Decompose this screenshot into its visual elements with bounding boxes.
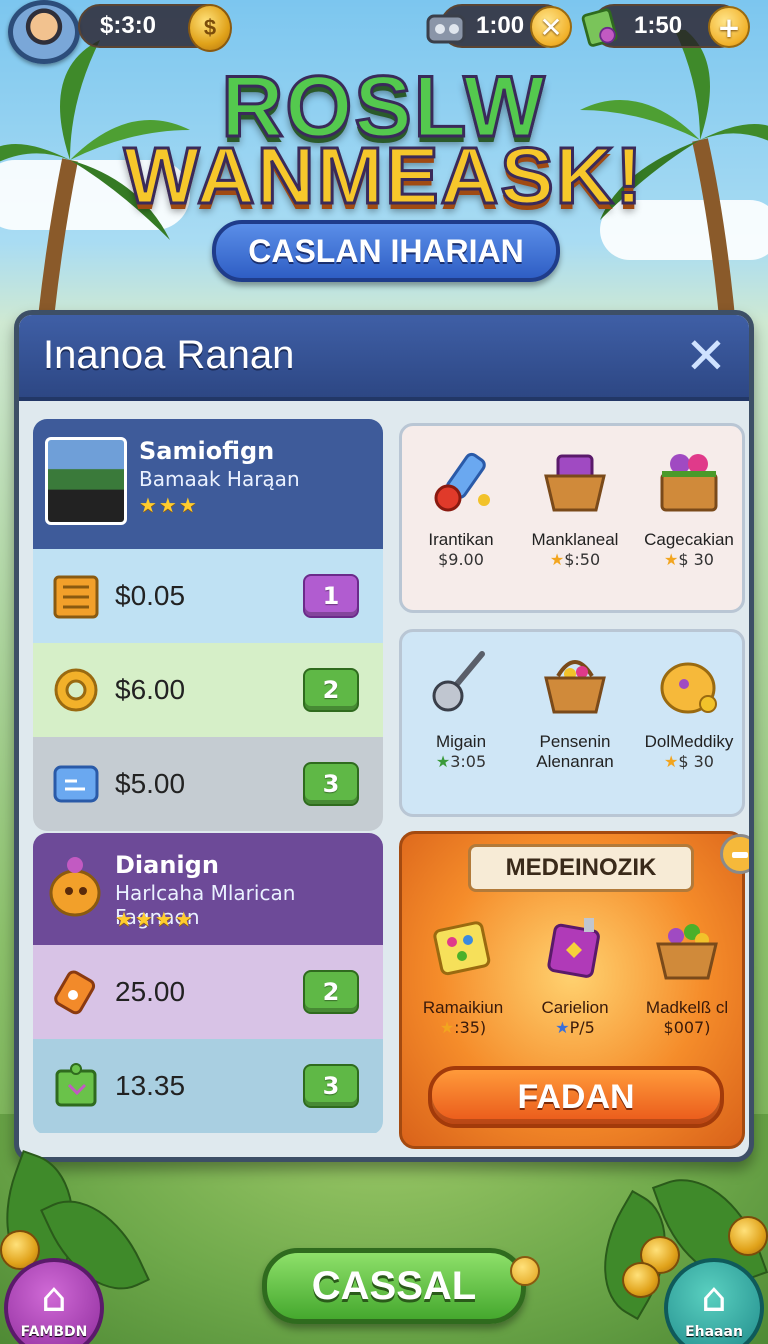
- shop-box-1: Irantikan $9.00 Manklaneal ★$:50 Cagecak…: [399, 423, 745, 613]
- featured-item-price: $007): [663, 1018, 711, 1037]
- shop-item-price: ★3:05: [435, 752, 487, 771]
- buy-button[interactable]: FADAN: [428, 1066, 724, 1128]
- offer-quantity-badge[interactable]: 3: [303, 1064, 359, 1108]
- shop-item-price: ★$ 30: [664, 752, 714, 771]
- offer-card-1: Samiofign Bamaak Harąan ★★★ $0.05 1 $6.0…: [33, 419, 383, 831]
- shop-item-price: $9.00: [438, 550, 484, 569]
- shop-item-price: ★$ 30: [664, 550, 714, 569]
- offer-quantity-badge[interactable]: 2: [303, 668, 359, 712]
- add-currency-button[interactable]: +: [708, 6, 750, 48]
- coin-icon: [510, 1256, 540, 1286]
- fruit-basket-icon: [656, 924, 718, 980]
- ticket-icon: [54, 970, 96, 1015]
- shop-item[interactable]: Pensenin Alenanran: [520, 648, 630, 772]
- featured-ribbon: MEDEINOZIK: [468, 844, 694, 892]
- offer-card-1-stars: ★★★: [139, 493, 199, 517]
- offer-row[interactable]: 25.00 2: [33, 945, 383, 1039]
- shop-panel: Inanoa Ranan ✕ Samiofign Bamaak Harąan ★…: [14, 310, 754, 1162]
- offer-card-1-subtitle: Bamaak Harąan: [139, 467, 300, 491]
- featured-item[interactable]: Madkelß cl $007): [632, 914, 742, 1038]
- shop-button-label: Ehaaan: [685, 1324, 743, 1340]
- offer-card-1-header: Samiofign Bamaak Harąan ★★★: [33, 419, 383, 549]
- puzzle-cube-icon: [433, 921, 491, 976]
- wrench-icon: [432, 651, 485, 712]
- robot-gadget-icon: [426, 14, 466, 44]
- shop-item-label: Cagecakian: [644, 530, 734, 549]
- picnic-basket-icon: [544, 660, 606, 714]
- timer-2-value: 1:50: [634, 12, 683, 39]
- card-icon: [53, 765, 99, 803]
- offer-card-2: Dianign Harlcaha Mlarican Fagnaen ★★★★ 2…: [33, 833, 383, 1135]
- shop-item[interactable]: DolMeddiky ★$ 30: [634, 648, 744, 772]
- featured-item-label: Carielion: [541, 998, 609, 1017]
- featured-item[interactable]: Ramaikiun ★:35): [408, 914, 518, 1038]
- offer-row[interactable]: 13.35 3: [33, 1039, 383, 1133]
- offer-amount: $6.00: [115, 674, 186, 705]
- potion-box-icon: [547, 918, 600, 978]
- offer-row[interactable]: $6.00 2: [33, 643, 383, 737]
- offer-card-2-name: Dianign: [115, 851, 219, 879]
- blob-creature-icon: [660, 662, 717, 714]
- close-icon[interactable]: ✕: [681, 331, 731, 383]
- shop-item[interactable]: Manklaneal ★$:50: [520, 446, 630, 570]
- cube-icon: [55, 1063, 97, 1107]
- basket-icon: [544, 454, 606, 512]
- flashlight-icon: [434, 452, 490, 512]
- gift-box-icon: [660, 454, 718, 512]
- shop-item-label: Pensenin Alenanran: [536, 732, 614, 771]
- timer-1-value: 1:00: [476, 12, 525, 39]
- timer-1-close-button[interactable]: ✕: [530, 6, 572, 48]
- coin-icon[interactable]: $: [188, 4, 232, 52]
- shop-box-2: Migain ★3:05 Pensenin Alenanran DolMeddi…: [399, 629, 745, 817]
- home-button-label: FAMBDN: [20, 1324, 88, 1340]
- offer-row[interactable]: $0.05 1: [33, 549, 383, 643]
- featured-item[interactable]: Carielion ★P/5: [520, 914, 630, 1038]
- offer-card-1-name: Samiofign: [139, 437, 275, 465]
- featured-offer: MEDEINOZIK Ramaikiun ★:35) Carielion ★P/…: [399, 831, 749, 1149]
- shop-item-label: Migain: [435, 732, 487, 751]
- player-avatar[interactable]: [8, 0, 80, 64]
- top-hud: $:3:0 $ 1:00 ✕ 1:50 +: [0, 0, 768, 64]
- offer-card-2-stars: ★★★★: [115, 907, 195, 931]
- offer-quantity-badge[interactable]: 2: [303, 970, 359, 1014]
- shop-item[interactable]: Irantikan $9.00: [406, 446, 516, 570]
- blob-creature-icon: [49, 857, 101, 917]
- panel-header: Inanoa Ranan ✕: [19, 315, 749, 401]
- crate-icon: [53, 575, 99, 619]
- cancel-button[interactable]: CASSAL: [262, 1248, 526, 1324]
- panel-title: Inanoa Ranan: [43, 333, 295, 377]
- offer-amount: 13.35: [115, 1070, 186, 1101]
- shop-item[interactable]: Cagecakian ★$ 30: [634, 446, 744, 570]
- offer-row[interactable]: $5.00 3: [33, 737, 383, 831]
- offer-amount: $5.00: [115, 768, 186, 799]
- character-portrait: [45, 437, 127, 525]
- coin-pile-icon: [622, 1262, 660, 1298]
- coin-pile-icon: [728, 1216, 768, 1256]
- money-counter: $:3:0 $: [78, 4, 232, 52]
- shop-item-label: DolMeddiky: [644, 732, 734, 751]
- game-title-line-2: WANMEASK!: [122, 130, 645, 222]
- shop-item-label: Irantikan: [428, 530, 494, 549]
- shop-item-price: ★$:50: [549, 550, 601, 569]
- title-banner: CASLAN IHARIAN: [212, 220, 560, 282]
- money-value: $:3:0: [100, 12, 157, 39]
- gear-icon: [54, 668, 98, 712]
- offer-amount: $0.05: [115, 580, 186, 611]
- featured-item-price: ★P/5: [555, 1018, 595, 1037]
- offer-amount: 25.00: [115, 976, 186, 1007]
- home-icon: ⌂: [41, 1275, 67, 1321]
- house-icon: ⌂: [701, 1275, 727, 1321]
- featured-item-price: ★:35): [439, 1018, 487, 1037]
- shop-item[interactable]: Migain ★3:05: [406, 648, 516, 772]
- featured-item-label: Madkelß cl: [645, 998, 729, 1017]
- shop-item-label: Manklaneal: [531, 530, 619, 549]
- featured-item-label: Ramaikiun: [422, 998, 504, 1017]
- cash-stack-icon: [581, 8, 618, 47]
- offer-quantity-badge[interactable]: 1: [303, 574, 359, 618]
- collapse-badge-icon[interactable]: [720, 834, 749, 874]
- offer-quantity-badge[interactable]: 3: [303, 762, 359, 806]
- offer-card-2-header: Dianign Harlcaha Mlarican Fagnaen ★★★★: [33, 833, 383, 945]
